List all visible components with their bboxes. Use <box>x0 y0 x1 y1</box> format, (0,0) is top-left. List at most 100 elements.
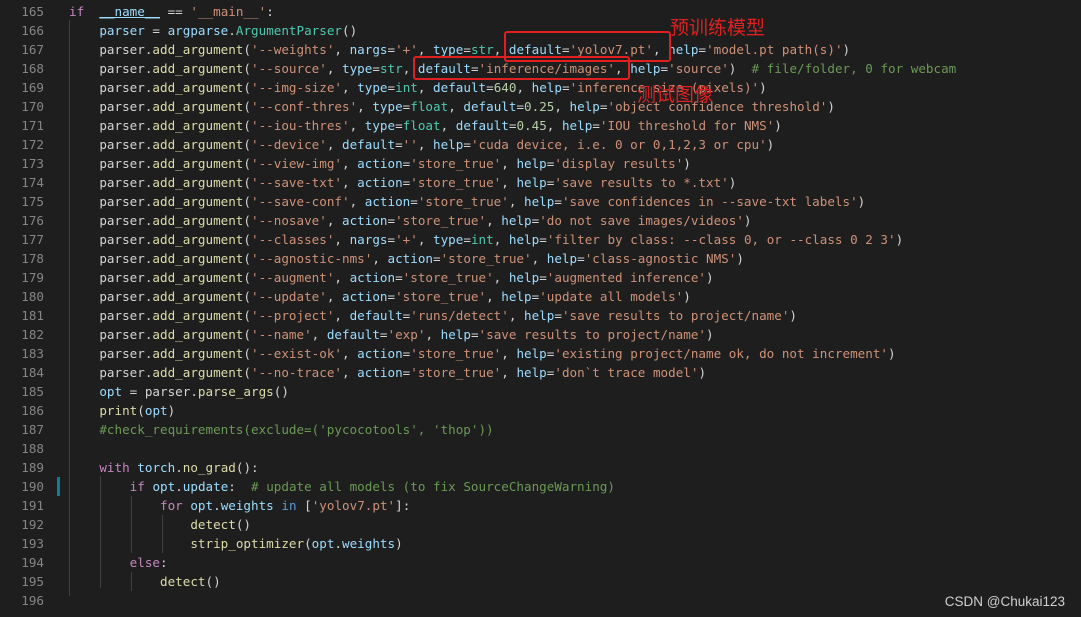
line-number: 167 <box>21 42 44 57</box>
code-line[interactable]: 182 parser.add_argument('--name', defaul… <box>0 325 1081 344</box>
code-token: = <box>410 194 418 209</box>
code-line[interactable]: 174 parser.add_argument('--save-txt', ac… <box>0 173 1081 192</box>
code-token: parser. <box>69 213 153 228</box>
code-token: ( <box>243 346 251 361</box>
code-text: detect() <box>69 515 251 534</box>
code-token: 'store_true' <box>410 156 502 171</box>
line-number: 191 <box>21 498 44 513</box>
code-line[interactable]: 192 detect() <box>0 515 1081 534</box>
code-token: ( <box>243 365 251 380</box>
line-number: 170 <box>21 99 44 114</box>
code-token: '--iou-thres' <box>251 118 350 133</box>
code-line[interactable]: 171 parser.add_argument('--iou-thres', t… <box>0 116 1081 135</box>
code-text: print(opt) <box>69 401 175 420</box>
code-token: = <box>387 232 396 247</box>
code-token: , <box>417 80 434 95</box>
code-token: '--img-size' <box>251 80 342 95</box>
code-token: ArgumentParser <box>235 23 343 38</box>
code-token: ) <box>706 270 714 285</box>
code-line[interactable]: 175 parser.add_argument('--save-conf', a… <box>0 192 1081 211</box>
code-token: , <box>342 156 358 171</box>
code-line[interactable]: 185 opt = parser.parse_args() <box>0 382 1081 401</box>
code-token: ) <box>774 118 782 133</box>
code-token: , <box>425 327 441 342</box>
code-text: if opt.update: # update all models (to f… <box>69 477 615 496</box>
code-token: weights <box>220 498 274 513</box>
code-editor[interactable]: 165 if __name__ == '__main__': 166 parser … <box>0 0 1081 617</box>
code-text: strip_optimizer(opt.weights) <box>69 534 402 553</box>
code-line[interactable]: 189 with torch.no_grad(): <box>0 458 1081 477</box>
code-token: , <box>311 327 327 342</box>
code-token: ( <box>243 194 251 209</box>
code-token: ( <box>243 289 251 304</box>
code-token: . <box>334 536 342 551</box>
code-token: = <box>660 61 669 76</box>
code-token: ( <box>243 137 251 152</box>
code-line[interactable]: 179 parser.add_argument('--augment', act… <box>0 268 1081 287</box>
code-token: ( <box>243 270 251 285</box>
code-line[interactable]: 196 <box>0 591 1081 610</box>
watermark: CSDN @Chukai123 <box>944 594 1065 609</box>
code-token: '--nosave' <box>251 213 327 228</box>
code-line[interactable]: 187 #check_requirements(exclude=('pycoco… <box>0 420 1081 439</box>
code-line[interactable]: 191 for opt.weights in ['yolov7.pt']: <box>0 496 1081 515</box>
line-number: 177 <box>21 232 44 247</box>
code-line[interactable]: 177 parser.add_argument('--classes', nar… <box>0 230 1081 249</box>
code-token: action <box>357 346 403 361</box>
code-token: parser. <box>69 99 153 114</box>
code-line[interactable]: 190 if opt.update: # update all models (… <box>0 477 1081 496</box>
code-line[interactable]: 194 else: <box>0 553 1081 572</box>
code-token: = <box>561 80 570 95</box>
code-token: str <box>379 61 403 76</box>
code-token: argparse <box>167 23 229 38</box>
code-line[interactable]: 172 parser.add_argument('--device', defa… <box>0 135 1081 154</box>
code-token: 'store_true' <box>402 270 494 285</box>
code-line[interactable]: 188 <box>0 439 1081 458</box>
code-line[interactable]: 180 parser.add_argument('--update', acti… <box>0 287 1081 306</box>
code-token: parser. <box>69 289 153 304</box>
code-token: 0.45 <box>516 118 547 133</box>
code-text: parser.add_argument('--nosave', action='… <box>69 211 751 230</box>
code-line[interactable]: 169 parser.add_argument('--img-size', ty… <box>0 78 1081 97</box>
code-token: action <box>357 156 403 171</box>
code-text: detect() <box>69 572 221 591</box>
code-line[interactable]: 173 parser.add_argument('--view-img', ac… <box>0 154 1081 173</box>
code-token: print <box>99 403 138 418</box>
code-token: 'yolov7.pt' <box>311 498 396 513</box>
code-token: parser. <box>69 308 153 323</box>
code-token: ( <box>243 80 251 95</box>
code-text: parser.add_argument('--agnostic-nms', ac… <box>69 249 744 268</box>
code-token: , <box>531 251 547 266</box>
code-line[interactable]: 176 parser.add_argument('--nosave', acti… <box>0 211 1081 230</box>
code-token: type <box>433 232 464 247</box>
code-token: add_argument <box>152 289 244 304</box>
code-text: for opt.weights in ['yolov7.pt']: <box>69 496 410 515</box>
code-token: = <box>486 80 494 95</box>
code-token: action <box>349 270 396 285</box>
code-line[interactable]: 186 print(opt) <box>0 401 1081 420</box>
code-line[interactable]: 165 if __name__ == '__main__': <box>0 2 1081 21</box>
code-line[interactable]: 184 parser.add_argument('--no-trace', ac… <box>0 363 1081 382</box>
code-line[interactable]: 193 strip_optimizer(opt.weights) <box>0 534 1081 553</box>
line-number: 172 <box>21 137 44 152</box>
line-number: 194 <box>21 555 44 570</box>
code-token: parser. <box>69 61 153 76</box>
code-token: action <box>357 365 403 380</box>
code-line[interactable]: 170 parser.add_argument('--conf-thres', … <box>0 97 1081 116</box>
code-token: = <box>144 23 168 38</box>
code-line[interactable]: 178 parser.add_argument('--agnostic-nms'… <box>0 249 1081 268</box>
code-text: parser.add_argument('--project', default… <box>69 306 797 325</box>
code-token: ( <box>243 327 251 342</box>
code-token: 'cuda device, i.e. 0 or 0,1,2,3 or cpu' <box>470 137 767 152</box>
code-token: add_argument <box>152 213 244 228</box>
code-token: add_argument <box>152 327 244 342</box>
code-token: help <box>668 42 699 57</box>
code-token: ( <box>243 308 251 323</box>
code-line[interactable]: 195 detect() <box>0 572 1081 591</box>
code-line[interactable]: 181 parser.add_argument('--project', def… <box>0 306 1081 325</box>
code-line[interactable]: 183 parser.add_argument('--exist-ok', ac… <box>0 344 1081 363</box>
code-token: , <box>417 137 434 152</box>
line-number: 196 <box>21 593 44 608</box>
